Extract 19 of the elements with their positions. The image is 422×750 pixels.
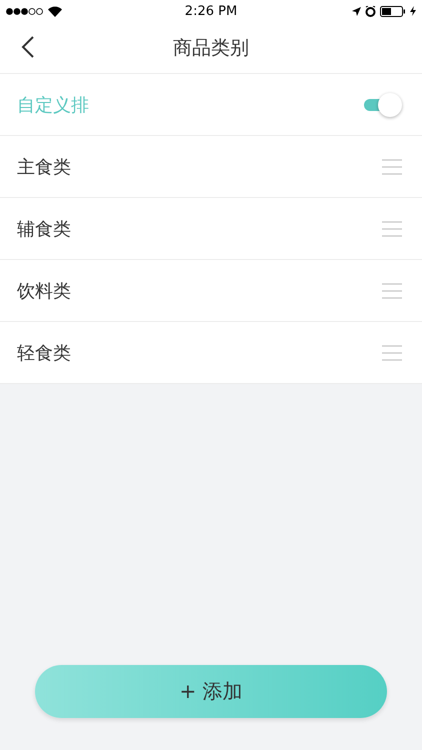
category-name: 辅食类 [17,218,71,240]
drag-handle-icon[interactable] [382,282,402,298]
signal-icon [6,8,44,14]
drag-handle-icon[interactable] [382,158,402,174]
battery-icon [380,6,406,16]
status-time: 2:26 PM [184,4,238,18]
wifi-icon [48,6,62,16]
page-title: 商品类别 [173,36,249,60]
add-button[interactable]: + 添加 [35,665,387,718]
alarm-icon [364,6,376,16]
drag-handle-icon[interactable] [382,344,402,360]
category-name: 饮料类 [17,280,71,302]
location-icon [352,6,361,16]
custom-sort-label: 自定义排 [17,94,89,116]
drag-handle-icon[interactable] [382,220,402,236]
category-name: 主食类 [17,156,71,178]
charging-icon [410,6,416,16]
sort-toggle[interactable] [364,92,402,116]
category-name: 轻食类 [17,342,71,364]
